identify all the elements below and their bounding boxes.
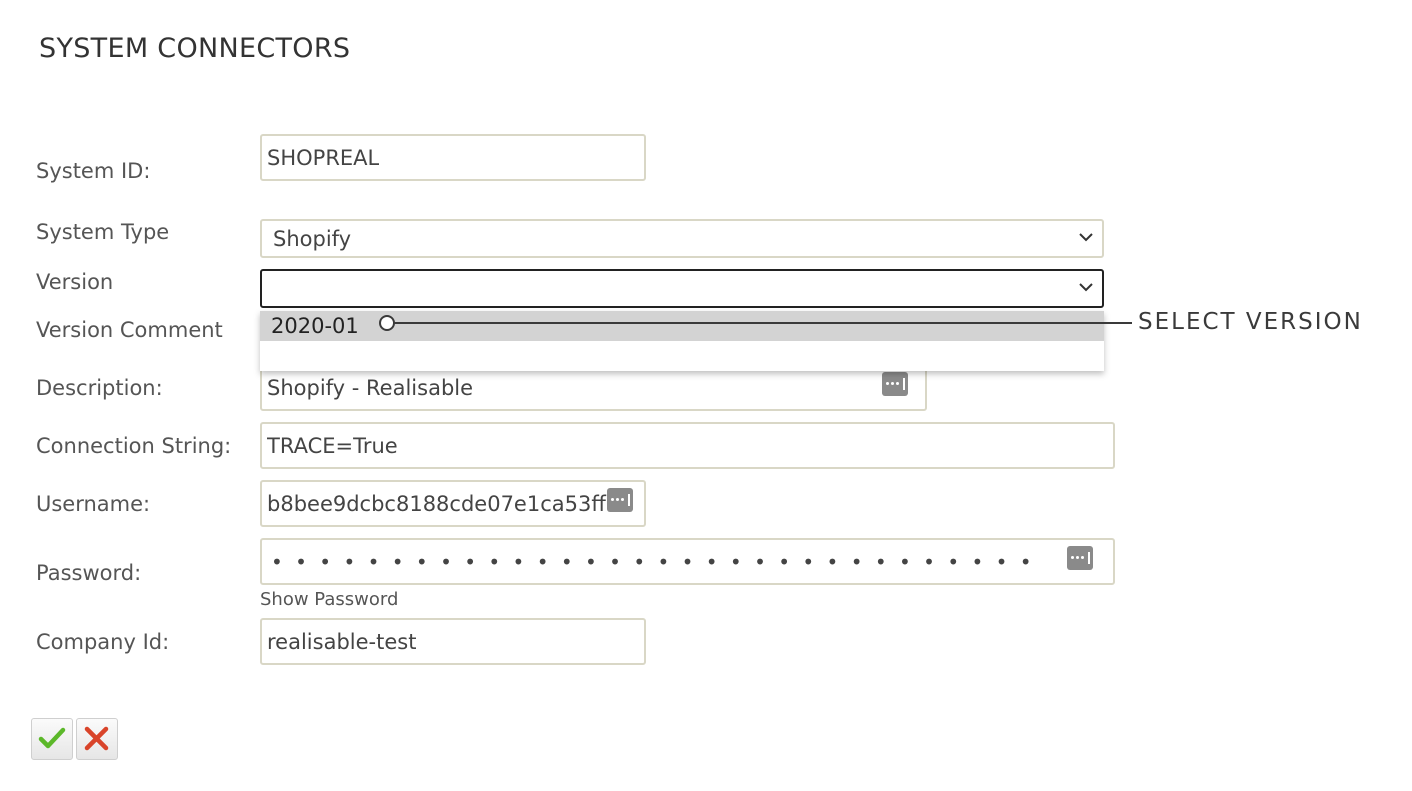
close-icon <box>84 726 109 751</box>
version-select[interactable] <box>260 269 1104 308</box>
system-type-select[interactable]: Shopify <box>260 219 1104 258</box>
version-option-empty[interactable] <box>260 341 1104 371</box>
chevron-down-icon <box>1079 232 1093 241</box>
system-id-label: System ID: <box>36 159 151 183</box>
system-id-value: SHOPREAL <box>267 145 380 170</box>
company-id-label: Company Id: <box>36 630 170 654</box>
company-id-field[interactable]: realisable-test <box>260 618 646 665</box>
connection-string-value: TRACE=True <box>267 433 398 458</box>
description-ellipsis-icon[interactable] <box>882 372 908 396</box>
system-type-label: System Type <box>36 220 170 244</box>
chevron-down-icon <box>1079 282 1093 291</box>
password-field[interactable]: • • • • • • • • • • • • • • • • • • • • … <box>260 538 1115 585</box>
page-title: SYSTEM CONNECTORS <box>39 33 351 64</box>
description-field[interactable]: Shopify - Realisable <box>260 364 927 411</box>
show-password-link[interactable]: Show Password <box>260 589 398 610</box>
company-id-value: realisable-test <box>267 629 417 654</box>
password-label: Password: <box>36 561 142 585</box>
connection-string-label: Connection String: <box>36 434 232 458</box>
username-ellipsis-icon[interactable] <box>607 488 633 512</box>
version-comment-label: Version Comment <box>36 318 223 342</box>
description-value: Shopify - Realisable <box>267 375 474 400</box>
version-label: Version <box>36 270 114 294</box>
username-field[interactable]: b8bee9dcbc8188cde07e1ca53ff5c <box>260 480 646 527</box>
callout-marker <box>379 315 395 331</box>
save-button[interactable] <box>31 718 73 760</box>
connection-string-field[interactable]: TRACE=True <box>260 422 1115 469</box>
system-type-value: Shopify <box>273 226 352 251</box>
callout-label: SELECT VERSION <box>1138 309 1363 335</box>
username-value: b8bee9dcbc8188cde07e1ca53ff5c <box>267 491 631 516</box>
cancel-button[interactable] <box>76 718 118 760</box>
callout-line <box>394 322 1132 324</box>
description-label: Description: <box>36 376 163 400</box>
system-id-field[interactable]: SHOPREAL <box>260 134 646 181</box>
password-value: • • • • • • • • • • • • • • • • • • • • … <box>271 549 1035 574</box>
username-label: Username: <box>36 492 151 516</box>
password-ellipsis-icon[interactable] <box>1067 546 1093 570</box>
checkmark-icon <box>38 727 66 749</box>
